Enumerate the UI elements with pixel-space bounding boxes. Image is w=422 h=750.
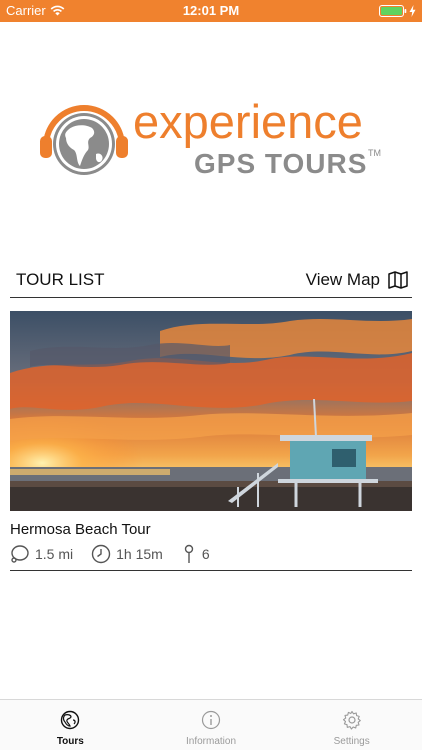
logo-trademark: TM — [368, 148, 381, 158]
tour-list-header: TOUR LIST View Map — [10, 262, 412, 298]
charging-bolt-icon — [409, 5, 416, 17]
globe-icon — [61, 710, 80, 730]
clock-icon — [91, 544, 111, 564]
tab-bar: Tours Information Settings — [0, 699, 422, 750]
tour-image — [10, 311, 412, 511]
info-icon — [201, 710, 221, 730]
app-logo: experience GPS TOURS TM — [36, 95, 386, 182]
tour-duration-value: 1h 15m — [116, 546, 163, 562]
tab-tours[interactable]: Tours — [0, 700, 141, 750]
headphone-globe-icon — [40, 105, 128, 175]
tour-duration: 1h 15m — [91, 544, 163, 564]
tab-information[interactable]: Information — [141, 700, 282, 750]
pin-icon — [184, 544, 194, 563]
gear-icon — [342, 710, 361, 730]
tab-tours-label: Tours — [56, 736, 84, 747]
logo-subtitle: GPS TOURS — [194, 148, 368, 179]
logo-wordmark: experience — [133, 95, 363, 148]
view-map-button[interactable]: View Map — [306, 270, 408, 290]
tour-distance-value: 1.5 mi — [35, 546, 74, 562]
route-icon — [11, 545, 29, 563]
tour-stats: 1.5 mi 1h 15m 6 — [10, 544, 228, 564]
tour-distance: 1.5 mi — [10, 545, 73, 563]
tour-stops: 6 — [181, 544, 210, 564]
tour-list-title: TOUR LIST — [16, 270, 105, 289]
battery-indicator — [379, 5, 416, 17]
map-icon — [388, 271, 408, 289]
tour-card[interactable]: Hermosa Beach Tour 1.5 mi 1h 15m 6 — [10, 311, 412, 571]
battery-icon — [379, 5, 407, 17]
tab-settings[interactable]: Settings — [281, 700, 422, 750]
tab-settings-label: Settings — [333, 736, 370, 747]
tab-information-label: Information — [185, 736, 237, 747]
status-bar: Carrier 12:01 PM — [0, 0, 422, 22]
tour-stops-value: 6 — [201, 546, 210, 562]
status-time: 12:01 PM — [182, 3, 240, 18]
tour-name: Hermosa Beach Tour — [10, 521, 151, 538]
view-map-label: View Map — [305, 270, 380, 289]
